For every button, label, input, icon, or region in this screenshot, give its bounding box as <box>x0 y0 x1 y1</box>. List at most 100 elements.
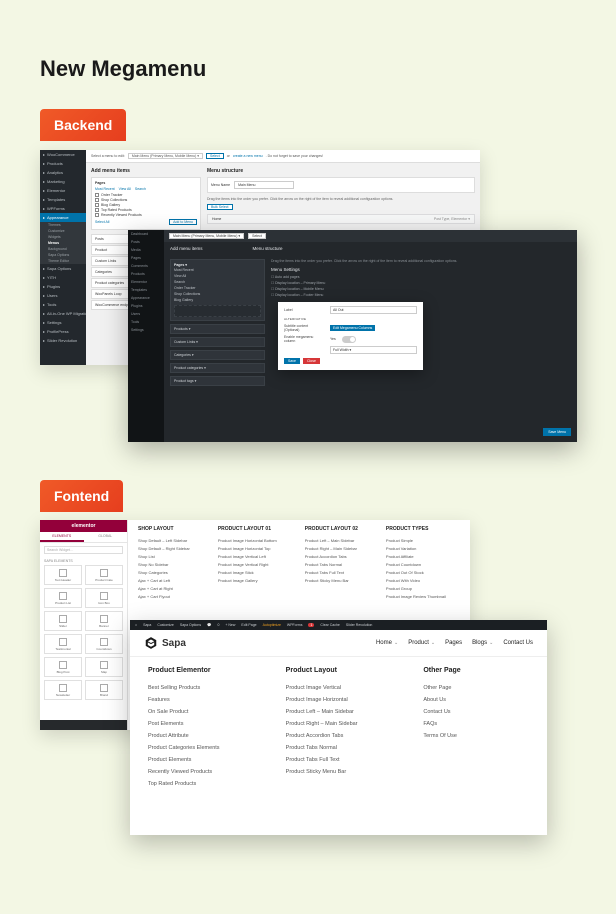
mega-link[interactable]: Product Tabs Normal <box>305 560 358 568</box>
elementor-widget[interactable]: Product List <box>44 588 82 608</box>
menu-select[interactable]: Main Menu (Primary Menu, Mobile Menu) ▾ <box>128 153 203 159</box>
elementor-tab-global[interactable]: GLOBAL <box>84 532 128 542</box>
select-button[interactable]: Select <box>206 153 224 159</box>
add-to-menu-button[interactable]: Add to Menu <box>169 219 197 225</box>
enable-megamenu-toggle[interactable] <box>342 336 356 343</box>
sidebar-item[interactable]: ▸WPForms <box>40 204 86 213</box>
settings-item[interactable]: ☐ Display location – Footer Menu <box>271 292 571 298</box>
elementor-widget[interactable]: Slider <box>44 611 82 631</box>
mega-link[interactable]: Product Left – Main Sidebar <box>286 706 392 718</box>
elementor-widget[interactable]: Testimonial <box>44 634 82 654</box>
save-menu-button[interactable]: Save Menu <box>543 428 571 436</box>
checkbox-icon[interactable] <box>95 213 99 217</box>
elementor-widget[interactable]: Map <box>85 657 123 677</box>
accordion-item[interactable]: Product categories ▾ <box>170 363 265 373</box>
sidebar-item[interactable]: Pages <box>128 254 164 262</box>
accordion-row[interactable]: Blog Gallery <box>174 297 261 303</box>
elementor-widget[interactable]: Text Header <box>44 565 82 585</box>
adminbar-options[interactable]: Sapa Options <box>180 623 201 627</box>
mega-link[interactable]: Product Accordion Tabs <box>286 730 392 742</box>
mega-link[interactable]: Product Image Vertical <box>286 682 392 694</box>
mega-link[interactable]: Best Selling Products <box>148 682 254 694</box>
mega-link[interactable]: Contact Us <box>423 706 529 718</box>
nav-link[interactable]: Pages <box>445 640 462 646</box>
sidebar-item[interactable]: ▸ProfilePress <box>40 327 86 336</box>
adminbar-autoptimize[interactable]: Autoptimize <box>263 623 281 627</box>
sidebar-item[interactable]: Dashboard <box>128 230 164 238</box>
adminbar-comments-icon[interactable]: 💬 <box>207 623 211 627</box>
modal-label-input[interactable]: All Out <box>330 306 417 314</box>
adminbar-clearcache[interactable]: Clear Cache <box>320 623 339 627</box>
adminbar-home-icon[interactable]: ⌂ <box>135 623 137 627</box>
mega-link[interactable]: Product Image Horizontal Top <box>218 544 277 552</box>
elementor-widget[interactable]: Product Cate <box>85 565 123 585</box>
mega-link[interactable]: Product Image Vertical Left <box>218 552 277 560</box>
mega-link[interactable]: Product Group <box>386 584 446 592</box>
sidebar-item[interactable]: ▸All-in-One WP Migration <box>40 309 86 318</box>
mega-link[interactable]: Product Tabs Full Text <box>286 754 392 766</box>
page-checkbox-row[interactable]: Shop Collections <box>95 198 197 202</box>
adminbar-new[interactable]: + New <box>225 623 235 627</box>
site-logo[interactable]: Sapa <box>144 636 186 650</box>
accordion-item[interactable]: Custom Links ▾ <box>170 337 265 347</box>
page-checkbox-row[interactable]: Recently Viewed Products <box>95 213 197 217</box>
edit-columns-button[interactable]: Edit Megamenu Columns <box>330 325 375 331</box>
sidebar-item[interactable]: ▸Tools <box>40 300 86 309</box>
adminbar-editpage[interactable]: Edit Page <box>241 623 256 627</box>
mega-link[interactable]: Product Image Stick <box>218 568 277 576</box>
mega-link[interactable]: Post Elements <box>148 718 254 730</box>
sidebar-item[interactable]: Products <box>128 270 164 278</box>
sidebar-item[interactable]: Plugins <box>128 302 164 310</box>
mega-link[interactable]: Product Right – Main Sidebar <box>305 544 358 552</box>
mega-link[interactable]: Shop List <box>138 552 190 560</box>
elementor-widget[interactable]: Countdown <box>85 634 123 654</box>
mega-link[interactable]: Product Image Gallery <box>218 576 277 584</box>
tab-search[interactable]: Search <box>135 187 146 191</box>
mega-link[interactable]: Product Image Horizontal Bottom <box>218 536 277 544</box>
mega-link[interactable]: Product Image Review Thumbnail <box>386 592 446 600</box>
mega-link[interactable]: Product Left – Main Sidebar <box>305 536 358 544</box>
mega-link[interactable]: About Us <box>423 694 529 706</box>
mega-link[interactable]: Recently Viewed Products <box>148 766 254 778</box>
page-checkbox-row[interactable]: Blog Gallery <box>95 203 197 207</box>
mega-link[interactable]: Product Variation <box>386 544 446 552</box>
mega-link[interactable]: FAQs <box>423 718 529 730</box>
mega-link[interactable]: Top Rated Products <box>148 778 254 790</box>
sidebar-item[interactable]: ▸Settings <box>40 318 86 327</box>
sidebar-item[interactable]: Appearance <box>128 294 164 302</box>
mega-link[interactable]: Product Out Of Stock <box>386 568 446 576</box>
checkbox-icon[interactable] <box>95 203 99 207</box>
mega-link[interactable]: Other Page <box>423 682 529 694</box>
mega-link[interactable]: Product Sticky Menu Bar <box>305 576 358 584</box>
sidebar-item[interactable]: Comments <box>128 262 164 270</box>
sidebar-item[interactable]: ▸Slider Revolution <box>40 336 86 345</box>
mega-link[interactable]: Shop No Sidebar <box>138 560 190 568</box>
mega-link[interactable]: Product Image Horizontal <box>286 694 392 706</box>
accordion-item[interactable]: Categories ▾ <box>170 350 265 360</box>
mega-link[interactable]: Product Attribute <box>148 730 254 742</box>
mega-link[interactable]: Product Elements <box>148 754 254 766</box>
mega-link[interactable]: Product Tabs Normal <box>286 742 392 754</box>
mega-link[interactable]: On Sale Product <box>148 706 254 718</box>
sidebar-item[interactable]: Settings <box>128 326 164 334</box>
modal-save-button[interactable]: Save <box>284 358 300 364</box>
elementor-widget[interactable]: Blog Post <box>44 657 82 677</box>
sidebar-item[interactable]: ▸YITH <box>40 273 86 282</box>
bulk-select-button[interactable]: Bulk Select <box>207 204 233 210</box>
sidebar-item[interactable]: Tools <box>128 318 164 326</box>
elementor-widget[interactable]: Icon Box <box>85 588 123 608</box>
dark-menu-select[interactable]: Main Menu (Primary Menu, Mobile Menu) ▾ <box>169 233 244 239</box>
dark-pages-accordion[interactable]: Pages ▾ Most RecentView AllSearchOrder T… <box>170 259 265 321</box>
mega-link[interactable]: Product Image Vertical Right <box>218 560 277 568</box>
mega-link[interactable]: Product Countdown <box>386 560 446 568</box>
mega-link[interactable]: Product Sticky Menu Bar <box>286 766 392 778</box>
nav-link[interactable]: Product⌄ <box>408 640 435 646</box>
mega-link[interactable]: Product With Video <box>386 576 446 584</box>
accordion-item[interactable]: Products ▾ <box>170 324 265 334</box>
sidebar-item[interactable]: ▸Templates <box>40 195 86 204</box>
mega-link[interactable]: Shop Categories <box>138 568 190 576</box>
checkbox-icon[interactable] <box>95 198 99 202</box>
sidebar-item[interactable]: ▸Elementor <box>40 186 86 195</box>
elementor-widget[interactable]: Banner <box>85 611 123 631</box>
sidebar-item[interactable]: Elementor <box>128 278 164 286</box>
